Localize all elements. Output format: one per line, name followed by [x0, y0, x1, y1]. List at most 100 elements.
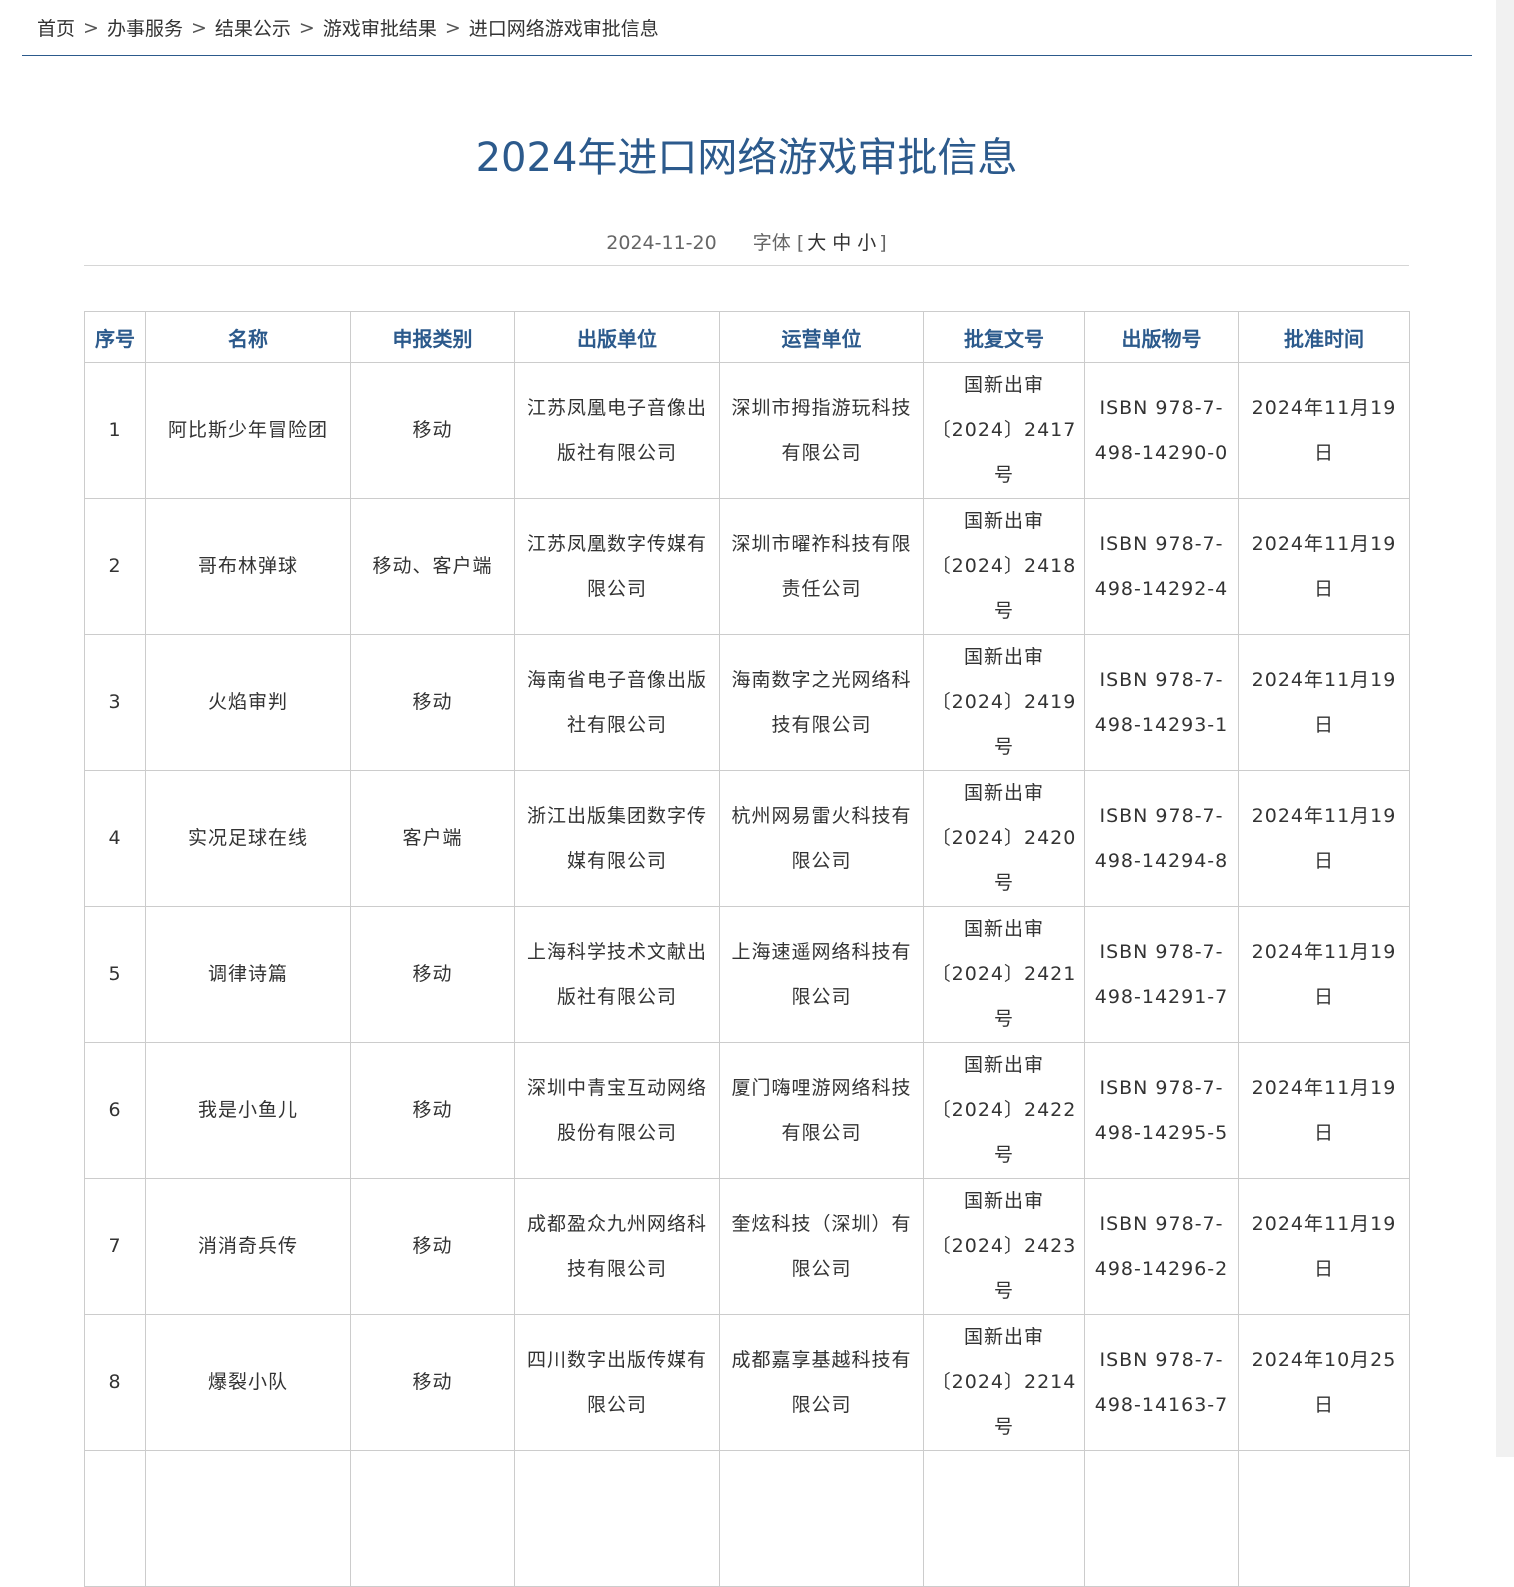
cell-operator: 深圳市曜祚科技有限责任公司: [719, 498, 924, 635]
breadcrumb-separator: >: [83, 16, 99, 39]
font-size-medium[interactable]: 中: [832, 232, 851, 254]
header-index: 序号: [84, 311, 146, 363]
bracket-close: ]: [879, 232, 887, 254]
header-category: 申报类别: [350, 311, 515, 363]
cell-publisher: 四川数字出版传媒有限公司: [514, 1314, 720, 1451]
article-meta: 2024-11-20 字体 [大中小]: [84, 226, 1409, 266]
cell-empty: [1084, 1450, 1239, 1587]
cell-approval-date: 2024年11月19日: [1238, 770, 1410, 907]
cell-empty: [145, 1450, 351, 1587]
cell-index: 2: [84, 498, 146, 635]
cell-isbn: ISBN 978-7-498-14290-0: [1084, 362, 1239, 499]
cell-category: 移动: [350, 1178, 515, 1315]
cell-isbn: ISBN 978-7-498-14163-7: [1084, 1314, 1239, 1451]
header-name: 名称: [145, 311, 351, 363]
cell-approval-no: 国新出审〔2024〕2421号: [923, 906, 1085, 1043]
cell-name: 我是小鱼儿: [145, 1042, 351, 1179]
cell-isbn: ISBN 978-7-498-14295-5: [1084, 1042, 1239, 1179]
cell-approval-no: 国新出审〔2024〕2423号: [923, 1178, 1085, 1315]
cell-category: 移动: [350, 1314, 515, 1451]
breadcrumb-separator: >: [444, 16, 461, 39]
cell-publisher: 江苏凤凰数字传媒有限公司: [514, 498, 720, 635]
table-row: 8 爆裂小队 移动 四川数字出版传媒有限公司 成都嘉享基越科技有限公司 国新出审…: [84, 1314, 1410, 1451]
cell-name: 火焰审判: [145, 634, 351, 771]
cell-index: 3: [84, 634, 146, 771]
cell-approval-date: 2024年10月25日: [1238, 1314, 1410, 1451]
table-row: 7 消消奇兵传 移动 成都盈众九州网络科技有限公司 奎炫科技（深圳）有限公司 国…: [84, 1178, 1410, 1315]
breadcrumb-separator: >: [298, 16, 315, 39]
cell-category: 移动: [350, 1042, 515, 1179]
table-row: 6 我是小鱼儿 移动 深圳中青宝互动网络股份有限公司 厦门嗨哩游网络科技有限公司…: [84, 1042, 1410, 1179]
cell-name: 消消奇兵传: [145, 1178, 351, 1315]
cell-approval-date: 2024年11月19日: [1238, 906, 1410, 1043]
cell-isbn: ISBN 978-7-498-14291-7: [1084, 906, 1239, 1043]
table-row: [84, 1450, 1410, 1587]
cell-name: 调律诗篇: [145, 906, 351, 1043]
font-size-label: 字体: [752, 232, 791, 254]
breadcrumb-current[interactable]: 进口网络游戏审批信息: [469, 14, 659, 41]
cell-operator: 杭州网易雷火科技有限公司: [719, 770, 924, 907]
cell-empty: [350, 1450, 515, 1587]
page-title: 2024年进口网络游戏审批信息: [475, 135, 1018, 181]
cell-operator: 深圳市拇指游玩科技有限公司: [719, 362, 924, 499]
cell-name: 哥布林弹球: [145, 498, 351, 635]
cell-approval-no: 国新出审〔2024〕2419号: [923, 634, 1085, 771]
breadcrumb-separator: >: [190, 16, 207, 39]
cell-isbn: ISBN 978-7-498-14296-2: [1084, 1178, 1239, 1315]
cell-index: 6: [84, 1042, 146, 1179]
cell-index: 5: [84, 906, 146, 1043]
breadcrumb-results[interactable]: 结果公示: [215, 14, 291, 41]
cell-approval-no: 国新出审〔2024〕2214号: [923, 1314, 1085, 1451]
cell-isbn: ISBN 978-7-498-14293-1: [1084, 634, 1239, 771]
table-row: 3 火焰审判 移动 海南省电子音像出版社有限公司 海南数字之光网络科技有限公司 …: [84, 634, 1410, 771]
cell-approval-no: 国新出审〔2024〕2420号: [923, 770, 1085, 907]
cell-approval-no: 国新出审〔2024〕2418号: [923, 498, 1085, 635]
breadcrumb-home[interactable]: 首页: [37, 14, 75, 41]
cell-empty: [1238, 1450, 1410, 1587]
cell-isbn: ISBN 978-7-498-14294-8: [1084, 770, 1239, 907]
cell-operator: 海南数字之光网络科技有限公司: [719, 634, 924, 771]
cell-category: 移动、客户端: [350, 498, 515, 635]
cell-publisher: 海南省电子音像出版社有限公司: [514, 634, 720, 771]
cell-operator: 成都嘉享基越科技有限公司: [719, 1314, 924, 1451]
breadcrumb: 首页 > 办事服务 > 结果公示 > 游戏审批结果 > 进口网络游戏审批信息: [22, 0, 1472, 56]
font-size-control: 字体 [大中小]: [753, 232, 887, 254]
header-isbn: 出版物号: [1084, 311, 1239, 363]
cell-publisher: 浙江出版集团数字传媒有限公司: [514, 770, 720, 907]
font-size-small[interactable]: 小: [857, 232, 876, 254]
cell-publisher: 上海科学技术文献出版社有限公司: [514, 906, 720, 1043]
cell-approval-date: 2024年11月19日: [1238, 362, 1410, 499]
cell-index: 4: [84, 770, 146, 907]
scrollbar-track[interactable]: [1496, 0, 1514, 1457]
cell-approval-no: 国新出审〔2024〕2422号: [923, 1042, 1085, 1179]
cell-empty: [84, 1450, 146, 1587]
cell-approval-no: 国新出审〔2024〕2417号: [923, 362, 1085, 499]
header-publisher: 出版单位: [514, 311, 720, 363]
font-size-large[interactable]: 大: [807, 232, 826, 254]
header-approval-no: 批复文号: [923, 311, 1085, 363]
cell-operator: 上海速遥网络科技有限公司: [719, 906, 924, 1043]
cell-category: 客户端: [350, 770, 515, 907]
approval-table: 序号 名称 申报类别 出版单位 运营单位 批复文号 出版物号 批准时间 1 阿比…: [84, 311, 1410, 1587]
cell-index: 8: [84, 1314, 146, 1451]
publish-date: 2024-11-20: [606, 232, 717, 254]
table-row: 5 调律诗篇 移动 上海科学技术文献出版社有限公司 上海速遥网络科技有限公司 国…: [84, 906, 1410, 1043]
cell-approval-date: 2024年11月19日: [1238, 634, 1410, 771]
cell-empty: [719, 1450, 924, 1587]
cell-empty: [923, 1450, 1085, 1587]
cell-empty: [514, 1450, 720, 1587]
cell-approval-date: 2024年11月19日: [1238, 1178, 1410, 1315]
bracket-open: [: [796, 232, 805, 254]
header-approval-date: 批准时间: [1238, 311, 1410, 363]
header-operator: 运营单位: [719, 311, 924, 363]
table-row: 4 实况足球在线 客户端 浙江出版集团数字传媒有限公司 杭州网易雷火科技有限公司…: [84, 770, 1410, 907]
breadcrumb-game-approvals[interactable]: 游戏审批结果: [323, 14, 437, 41]
cell-publisher: 江苏凤凰电子音像出版社有限公司: [514, 362, 720, 499]
cell-operator: 奎炫科技（深圳）有限公司: [719, 1178, 924, 1315]
cell-category: 移动: [350, 906, 515, 1043]
table-row: 1 阿比斯少年冒险团 移动 江苏凤凰电子音像出版社有限公司 深圳市拇指游玩科技有…: [84, 362, 1410, 499]
table-header-row: 序号 名称 申报类别 出版单位 运营单位 批复文号 出版物号 批准时间: [84, 311, 1410, 363]
cell-publisher: 成都盈众九州网络科技有限公司: [514, 1178, 720, 1315]
cell-name: 爆裂小队: [145, 1314, 351, 1451]
breadcrumb-services[interactable]: 办事服务: [107, 14, 183, 41]
